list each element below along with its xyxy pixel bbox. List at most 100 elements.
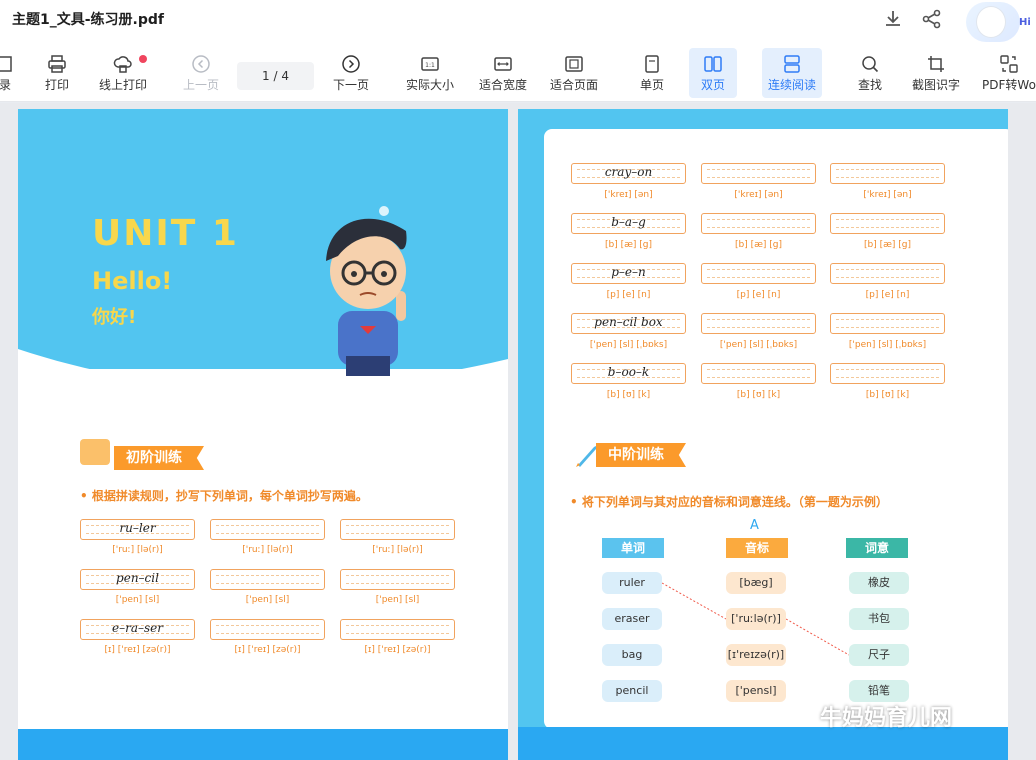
word-box: e–ra–ser — [80, 619, 195, 640]
meaning-pill: 铅笔 — [849, 680, 909, 702]
wave-shape — [18, 349, 508, 419]
toolbar-screenshot-ocr-label: 截图识字 — [911, 78, 960, 92]
copy-box — [210, 619, 325, 640]
toolbar-catalog[interactable]: 录 — [0, 48, 16, 98]
toolbar-fit-width[interactable]: 适合宽度 — [475, 48, 531, 98]
next-page-icon — [341, 54, 361, 74]
phonetic-text: ['ruː] [lə(r)] — [242, 545, 293, 555]
phonetic-pill: ['ruːlə(r)] — [726, 608, 786, 630]
phonetic-text: ['pen] [sl] — [375, 595, 420, 605]
boy-illustration — [326, 206, 407, 376]
instruction-basic-text: 根据拼读规则，抄写下列单词，每个单词抄写两遍。 — [91, 489, 368, 503]
hello-text: Hello! — [92, 267, 173, 295]
pdf-to-word-icon — [999, 54, 1019, 74]
phonetic-pill: ['pensl] — [726, 680, 786, 702]
meaning-pill: 书包 — [849, 608, 909, 630]
screenshot-ocr-icon — [926, 54, 946, 74]
toolbar-fit-width-label: 适合宽度 — [478, 78, 527, 92]
unit-title: UNIT 1 — [92, 213, 239, 254]
toolbar-fit-page-label: 适合页面 — [549, 78, 598, 92]
example-connection-lines — [661, 582, 850, 656]
page-content-card: cray–on ['kreɪ] [ən] ['kreɪ] [ən] ['kreɪ… — [544, 129, 1008, 729]
word-pill: eraser — [602, 608, 662, 630]
continuous-read-icon — [782, 54, 802, 74]
toolbar-continuous-read[interactable]: 连续阅读 — [762, 48, 822, 98]
toolbar-single-page[interactable]: 单页 — [634, 48, 670, 98]
download-icon[interactable] — [882, 8, 904, 30]
notification-badge — [139, 55, 147, 63]
toolbar-actual-size[interactable]: 1:1 实际大小 — [402, 48, 458, 98]
copy-box — [210, 569, 325, 590]
toolbar-continuous-read-label: 连续阅读 — [767, 78, 816, 92]
word-text: pen–cil — [116, 571, 159, 585]
meaning-pill: 橡皮 — [849, 572, 909, 594]
toolbar-single-page-label: 单页 — [639, 78, 664, 92]
prev-page-icon — [191, 54, 211, 74]
section-badge-icon — [80, 439, 110, 465]
toolbar-screenshot-ocr[interactable]: 截图识字 — [908, 48, 964, 98]
toolbar-search[interactable]: 查找 — [852, 48, 888, 98]
phonetic-text: ['ruː] [lə(r)] — [372, 545, 423, 555]
word-text: ru–ler — [119, 521, 156, 535]
double-page-icon — [703, 54, 723, 74]
toolbar-online-print-label: 线上打印 — [98, 78, 147, 92]
fit-width-icon — [493, 54, 513, 74]
page-footer-band — [18, 729, 508, 760]
phonetic-pill: [bæg] — [726, 572, 786, 594]
document-viewer[interactable]: UNIT 1 Hello! 你好! 初阶训练 • 根据拼读规则，抄写下列单词，每… — [0, 103, 1036, 760]
toolbar-catalog-label: 录 — [0, 78, 11, 92]
toolbar-double-page-label: 双页 — [700, 78, 725, 92]
toolbar-double-page[interactable]: 双页 — [689, 48, 737, 98]
toolbar-print-label: 打印 — [44, 78, 69, 92]
title-bar: 主题1_文具-练习册.pdf Hi — [0, 0, 1036, 44]
toolbar-prev-page-label: 上一页 — [182, 78, 219, 92]
phonetic-text: [ɪ] ['reɪ] [zə(r)] — [104, 645, 171, 655]
copy-box — [340, 569, 455, 590]
wechat-icon — [794, 700, 820, 726]
svg-text:1:1: 1:1 — [425, 62, 435, 69]
nihao-text: 你好! — [92, 307, 137, 328]
share-icon[interactable] — [921, 8, 943, 30]
copy-box — [340, 519, 455, 540]
phonetic-text: [ɪ] ['reɪ] [zə(r)] — [364, 645, 431, 655]
copy-box — [340, 619, 455, 640]
pdf-page-left: UNIT 1 Hello! 你好! 初阶训练 • 根据拼读规则，抄写下列单词，每… — [18, 109, 508, 760]
instruction-basic: • 根据拼读规则，抄写下列单词，每个单词抄写两遍。 — [80, 489, 368, 503]
pdf-page-right: cray–on ['kreɪ] [ən] ['kreɪ] [ən] ['kreɪ… — [518, 109, 1008, 760]
actual-size-icon: 1:1 — [420, 54, 440, 74]
toolbar-pdf-to-word[interactable]: PDF转Wo — [982, 48, 1036, 98]
cloud-print-icon — [113, 54, 133, 74]
catalog-icon — [0, 54, 15, 74]
page-number-input[interactable]: 1 / 4 — [237, 62, 314, 90]
avatar-face-icon — [976, 6, 1006, 38]
word-pill: ruler — [602, 572, 662, 594]
toolbar-search-label: 查找 — [857, 78, 882, 92]
word-box: ru–ler — [80, 519, 195, 540]
word-pill: pencil — [602, 680, 662, 702]
single-page-icon — [642, 54, 662, 74]
toolbar: 录 打印 线上打印 上一页 1 / 4 下一页 1:1 实际大小 适合宽度 适合… — [0, 44, 1036, 102]
fit-page-icon — [564, 54, 584, 74]
word-box: pen–cil — [80, 569, 195, 590]
toolbar-next-page[interactable]: 下一页 — [331, 48, 371, 98]
toolbar-actual-size-label: 实际大小 — [405, 78, 454, 92]
section-title-basic: 初阶训练 — [114, 446, 204, 470]
meaning-pill: 尺子 — [849, 644, 909, 666]
toolbar-prev-page[interactable]: 上一页 — [181, 48, 221, 98]
avatar-greeting: Hi — [1019, 17, 1031, 28]
watermark-text: 牛妈妈育儿网 — [820, 706, 953, 731]
phonetic-text: ['ruː] [lə(r)] — [112, 545, 163, 555]
phonetic-text: ['pen] [sl] — [245, 595, 290, 605]
word-text: e–ra–ser — [112, 621, 163, 635]
toolbar-pdf-to-word-label: PDF转Wo — [982, 78, 1036, 92]
toolbar-next-page-label: 下一页 — [332, 78, 369, 92]
toolbar-fit-page[interactable]: 适合页面 — [546, 48, 602, 98]
phonetic-text: [ɪ] ['reɪ] [zə(r)] — [234, 645, 301, 655]
phonetic-pill: [ɪ'reɪzə(r)] — [726, 644, 786, 666]
document-title: 主题1_文具-练习册.pdf — [12, 12, 165, 28]
search-icon — [860, 54, 880, 74]
printer-icon — [47, 54, 67, 74]
assistant-avatar[interactable]: Hi — [966, 2, 1031, 42]
word-pill: bag — [602, 644, 662, 666]
toolbar-print[interactable]: 打印 — [40, 48, 74, 98]
